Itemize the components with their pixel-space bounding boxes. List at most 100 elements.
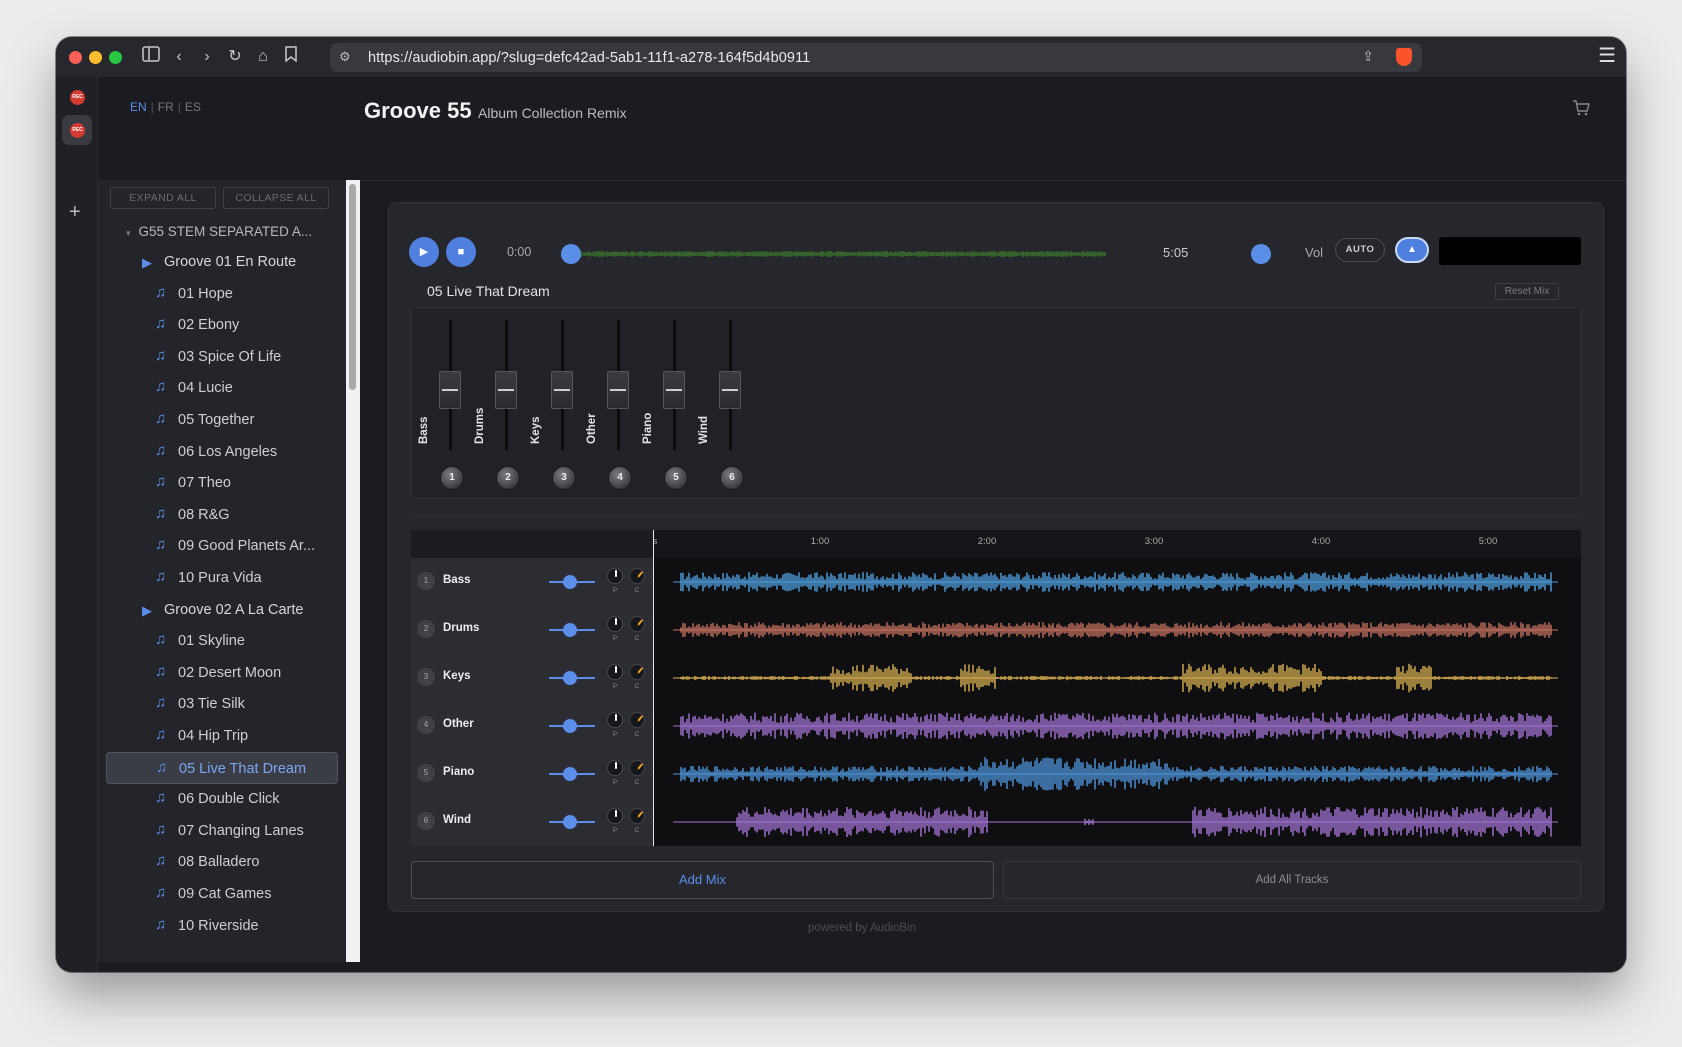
track-item[interactable]: ♫ 08 Balladero [106,846,338,878]
reset-mix-button[interactable]: Reset Mix [1495,283,1559,300]
forward-icon[interactable]: › [196,46,218,68]
track-knob[interactable] [629,664,645,680]
track-item[interactable]: ♫ 09 Cat Games [106,878,338,910]
rec-tab-icon[interactable]: REC [70,90,85,105]
track-waveform[interactable] [653,750,1581,798]
track-volume-knob[interactable] [563,671,577,685]
channel-number-button[interactable]: 6 [720,466,744,490]
track-item[interactable]: ♫ 05 Live That Dream [106,751,338,784]
track-knob[interactable] [607,664,623,680]
track-waveform[interactable] [653,606,1581,654]
track-waveform[interactable] [653,702,1581,750]
track-knob[interactable] [629,712,645,728]
footer-brand[interactable]: AudioBin [870,922,916,934]
fader-thumb[interactable] [551,371,573,409]
stop-button[interactable]: ■ [446,237,476,267]
scrollbar-thumb[interactable] [349,184,356,390]
track-item[interactable]: ♫ 07 Theo [106,467,338,499]
track-item[interactable]: ♫ 04 Lucie [106,372,338,404]
track-number[interactable]: 1 [417,572,435,590]
playhead[interactable] [653,530,654,846]
bookmark-icon[interactable] [280,46,302,68]
track-volume-knob[interactable] [563,575,577,589]
sidebar-scrollbar[interactable] [346,180,360,962]
channel-number-button[interactable]: 3 [552,466,576,490]
track-knob[interactable] [607,760,623,776]
sidebar-toggle-icon[interactable] [140,46,162,68]
share-icon[interactable]: ⇪ [1362,48,1374,65]
track-item[interactable]: ♫ 02 Ebony [106,309,338,341]
fader-thumb[interactable] [607,371,629,409]
track-volume-knob[interactable] [563,623,577,637]
track-volume-knob[interactable] [563,719,577,733]
cart-icon[interactable] [1572,99,1590,117]
lang-fr[interactable]: FR [158,100,174,114]
track-item[interactable]: ♫ 01 Skyline [106,625,338,657]
track-knob[interactable] [629,760,645,776]
track-number[interactable]: 4 [417,716,435,734]
track-item[interactable]: ♫ 02 Desert Moon [106,657,338,689]
track-item[interactable]: ♫ 03 Spice Of Life [106,341,338,373]
track-volume-knob[interactable] [563,815,577,829]
track-item[interactable]: ♫ 01 Hope [106,278,338,310]
maximize-window-button[interactable] [109,51,122,64]
tree-root[interactable]: ▾ G55 STEM SEPARATED A... [126,224,312,239]
add-tab-icon[interactable]: + [69,201,81,224]
time-ruler[interactable]: s 1:00 2:00 3:00 4:00 5:00 [653,530,1581,558]
track-knob[interactable] [629,808,645,824]
track-waveform[interactable] [653,654,1581,702]
channel-number-button[interactable]: 1 [440,466,464,490]
channel-number-button[interactable]: 4 [608,466,632,490]
auto-button[interactable]: AUTO [1335,238,1385,262]
active-rec-tab[interactable]: REC [62,115,92,145]
track-knob[interactable] [607,568,623,584]
progress-knob[interactable] [561,244,581,264]
album-item[interactable]: ▶ Groove 01 En Route [106,246,338,278]
play-button[interactable]: ▶ [409,237,439,267]
expand-all-button[interactable]: EXPAND ALL [110,187,216,209]
home-icon[interactable]: ⌂ [252,46,274,68]
collapse-all-button[interactable]: COLLAPSE ALL [223,187,329,209]
track-item[interactable]: ♫ 04 Hip Trip [106,720,338,752]
brave-shield-icon[interactable] [1396,48,1412,66]
channel-number-button[interactable]: 5 [664,466,688,490]
fader-thumb[interactable] [495,371,517,409]
add-mix-button[interactable]: Add Mix [411,861,994,899]
progress-bar[interactable] [561,251,1106,257]
track-number[interactable]: 2 [417,620,435,638]
lang-en[interactable]: EN [130,100,147,114]
track-waveform[interactable] [653,798,1581,846]
upload-button[interactable]: ▲ [1395,237,1429,263]
track-item[interactable]: ♫ 05 Together [106,404,338,436]
site-settings-icon[interactable]: ⚙ [339,49,351,65]
track-knob[interactable] [629,616,645,632]
volume-knob[interactable] [1251,244,1271,264]
close-window-button[interactable] [69,51,82,64]
fader-thumb[interactable] [719,371,741,409]
minimize-window-button[interactable] [89,51,102,64]
track-item[interactable]: ♫ 09 Good Planets Ar... [106,530,338,562]
fader-thumb[interactable] [663,371,685,409]
track-number[interactable]: 5 [417,764,435,782]
track-volume-knob[interactable] [563,767,577,781]
track-item[interactable]: ♫ 06 Double Click [106,783,338,815]
track-waveform[interactable] [653,558,1581,606]
fader-thumb[interactable] [439,371,461,409]
track-item[interactable]: ♫ 07 Changing Lanes [106,815,338,847]
channel-number-button[interactable]: 2 [496,466,520,490]
track-knob[interactable] [607,712,623,728]
track-item[interactable]: ♫ 06 Los Angeles [106,436,338,468]
track-knob[interactable] [629,568,645,584]
add-all-tracks-button[interactable]: Add All Tracks [1003,861,1581,899]
track-item[interactable]: ♫ 08 R&G [106,499,338,531]
track-knob[interactable] [607,616,623,632]
reload-icon[interactable]: ↻ [224,46,246,68]
lang-es[interactable]: ES [185,100,201,114]
track-number[interactable]: 6 [417,812,435,830]
track-number[interactable]: 3 [417,668,435,686]
address-bar[interactable]: ⚙ https://audiobin.app/?slug=defc42ad-5a… [330,43,1422,72]
track-knob[interactable] [607,808,623,824]
album-item[interactable]: ▶ Groove 02 A La Carte [106,594,338,626]
back-icon[interactable]: ‹ [168,46,190,68]
track-item[interactable]: ♫ 10 Pura Vida [106,562,338,594]
